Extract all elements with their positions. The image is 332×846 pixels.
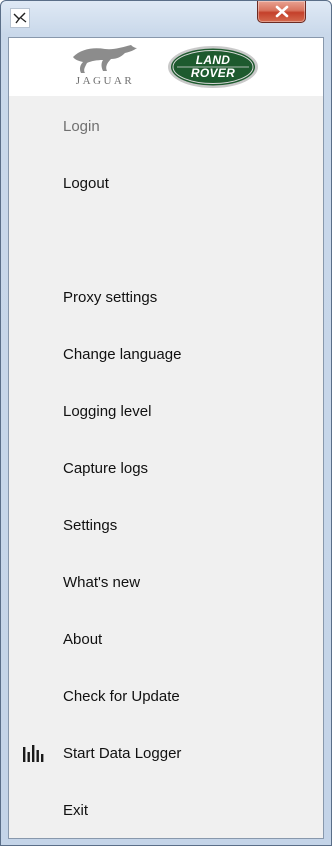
land-rover-logo: LAND ROVER — [167, 45, 259, 89]
menu-item-label: Logging level — [63, 403, 152, 420]
jaguar-logo: JAGUAR — [63, 43, 147, 91]
menu-item-login[interactable]: Login — [9, 107, 323, 147]
menu-item-whats-new[interactable]: What's new — [9, 563, 323, 603]
menu-item-label: About — [63, 631, 103, 648]
menu-item-check-for-update[interactable]: Check for Update — [9, 677, 323, 717]
menu-item-exit[interactable]: Exit — [9, 791, 323, 831]
menu-item-label: Settings — [63, 517, 118, 534]
menu-item-proxy-settings[interactable]: Proxy settings — [9, 278, 323, 318]
menu-panel: JAGUAR LAND ROVER Login Logout Proxy set… — [8, 37, 324, 839]
menu-item-label: Logout — [63, 175, 109, 192]
title-bar[interactable] — [1, 1, 331, 35]
menu-item-change-language[interactable]: Change language — [9, 335, 323, 375]
menu-item-label: Change language — [63, 346, 182, 363]
app-logo-icon[interactable] — [10, 8, 30, 28]
menu-item-label: Exit — [63, 802, 89, 819]
menu-item-settings[interactable]: Settings — [9, 506, 323, 546]
bar-chart-icon — [22, 744, 46, 764]
land-rover-word-land: LAND — [195, 53, 231, 67]
brand-logo-band: JAGUAR LAND ROVER — [9, 38, 323, 96]
land-rover-word-rover: ROVER — [190, 66, 236, 80]
menu-item-logging-level[interactable]: Logging level — [9, 392, 323, 432]
menu-item-label: What's new — [63, 574, 141, 591]
app-window: JAGUAR LAND ROVER Login Logout Proxy set… — [0, 0, 332, 846]
menu-item-start-data-logger[interactable]: Start Data Logger — [9, 734, 323, 774]
close-icon — [275, 5, 289, 18]
menu-item-logout[interactable]: Logout — [9, 164, 323, 204]
menu-item-about[interactable]: About — [9, 620, 323, 660]
menu-item-capture-logs[interactable]: Capture logs — [9, 449, 323, 489]
menu-item-label: Capture logs — [63, 460, 149, 477]
menu-item-label: Check for Update — [63, 688, 180, 705]
menu-item-label: Proxy settings — [63, 289, 158, 306]
menu-item-label: Login — [63, 118, 100, 135]
jaguar-wordmark: JAGUAR — [75, 75, 135, 87]
menu-item-label: Start Data Logger — [63, 745, 182, 762]
close-button[interactable] — [257, 1, 306, 23]
